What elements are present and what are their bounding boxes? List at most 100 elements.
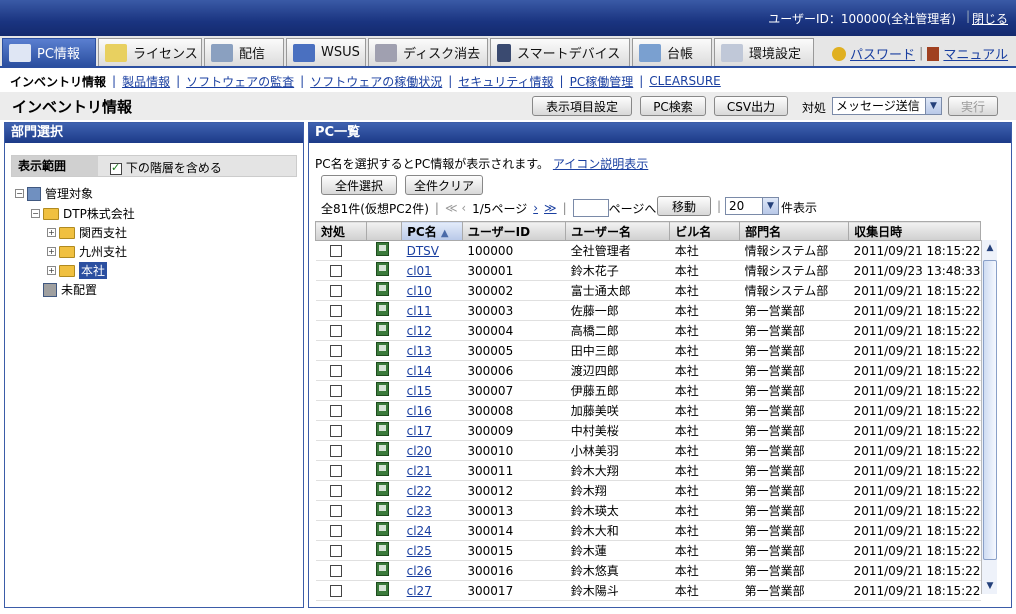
next-page-icon[interactable]: ›: [533, 201, 538, 215]
row-checkbox[interactable]: [329, 285, 342, 297]
tree-unassigned[interactable]: 未配置: [31, 281, 97, 298]
expand-icon[interactable]: +: [47, 266, 56, 275]
col-building[interactable]: ビル名: [669, 221, 741, 241]
table-row[interactable]: cl14 300006 渡辺四郎 本社 第一営業部 2011/09/21 18:15:22: [315, 360, 981, 381]
pc-name-link[interactable]: DTSV: [407, 244, 439, 258]
row-select-cell[interactable]: [315, 560, 367, 581]
pc-name-cell[interactable]: cl12: [401, 320, 463, 341]
pc-name-cell[interactable]: cl11: [401, 300, 463, 321]
csv-export-button[interactable]: CSV出力: [714, 96, 788, 116]
row-checkbox[interactable]: [329, 345, 342, 357]
pc-name-cell[interactable]: cl26: [401, 560, 463, 581]
manual-link[interactable]: マニュアル: [943, 44, 1008, 63]
table-row[interactable]: cl26 300016 鈴木悠真 本社 第一営業部 2011/09/21 18:15:22: [315, 560, 981, 581]
pc-name-cell[interactable]: cl20: [401, 440, 463, 461]
row-checkbox[interactable]: [329, 585, 342, 597]
tab-smart-device[interactable]: スマートデバイス: [490, 38, 630, 66]
pc-name-link[interactable]: cl13: [407, 344, 432, 358]
table-row[interactable]: cl23 300013 鈴木瑛太 本社 第一営業部 2011/09/21 18:15:22: [315, 500, 981, 521]
table-row[interactable]: cl12 300004 高橋二郎 本社 第一営業部 2011/09/21 18:15:22: [315, 320, 981, 341]
pc-name-link[interactable]: cl15: [407, 384, 432, 398]
tab-wsus[interactable]: WSUS: [286, 38, 366, 66]
include-sub-option[interactable]: 下の階層を含める: [110, 159, 222, 176]
pc-name-cell[interactable]: cl15: [401, 380, 463, 401]
pc-name-link[interactable]: cl17: [407, 424, 432, 438]
row-checkbox[interactable]: [329, 505, 342, 517]
expand-icon[interactable]: +: [47, 228, 56, 237]
col-department[interactable]: 部門名: [739, 221, 850, 241]
pc-name-link[interactable]: cl23: [407, 504, 432, 518]
collapse-icon[interactable]: −: [15, 189, 24, 198]
pc-name-link[interactable]: cl25: [407, 544, 432, 558]
table-row[interactable]: DTSV 100000 全社管理者 本社 情報システム部 2011/09/21 18:15…: [315, 240, 981, 261]
collapse-icon[interactable]: −: [31, 209, 40, 218]
row-select-cell[interactable]: [315, 300, 367, 321]
tab-ledger[interactable]: 台帳: [632, 38, 712, 66]
pc-name-link[interactable]: cl01: [407, 264, 432, 278]
per-page-select[interactable]: 20 ▼: [725, 197, 779, 215]
pc-name-cell[interactable]: cl27: [401, 580, 463, 601]
pc-name-cell[interactable]: cl25: [401, 540, 463, 561]
table-row[interactable]: cl16 300008 加藤美咲 本社 第一営業部 2011/09/21 18:15:22: [315, 400, 981, 421]
scroll-thumb[interactable]: [983, 260, 997, 560]
pc-name-link[interactable]: cl22: [407, 484, 432, 498]
table-row[interactable]: cl15 300007 伊藤五郎 本社 第一営業部 2011/09/21 18:15:22: [315, 380, 981, 401]
row-select-cell[interactable]: [315, 540, 367, 561]
pc-name-cell[interactable]: cl10: [401, 280, 463, 301]
row-select-cell[interactable]: [315, 500, 367, 521]
row-checkbox[interactable]: [329, 385, 342, 397]
pc-name-link[interactable]: cl24: [407, 524, 432, 538]
pc-name-cell[interactable]: cl22: [401, 480, 463, 501]
pc-name-cell[interactable]: cl23: [401, 500, 463, 521]
pc-name-cell[interactable]: DTSV: [401, 240, 463, 261]
table-row[interactable]: cl20 300010 小林美羽 本社 第一営業部 2011/09/21 18:15:22: [315, 440, 981, 461]
col-user-name[interactable]: ユーザー名: [565, 221, 671, 241]
pc-name-cell[interactable]: cl17: [401, 420, 463, 441]
table-row[interactable]: cl13 300005 田中三郎 本社 第一営業部 2011/09/21 18:15:22: [315, 340, 981, 361]
last-page-icon[interactable]: ≫: [544, 201, 557, 215]
table-row[interactable]: cl24 300014 鈴木大和 本社 第一営業部 2011/09/21 18:15:22: [315, 520, 981, 541]
row-select-cell[interactable]: [315, 520, 367, 541]
col-user-id[interactable]: ユーザーID: [461, 221, 567, 241]
tab-distribution[interactable]: 配信: [204, 38, 284, 66]
row-select-cell[interactable]: [315, 480, 367, 501]
pc-name-link[interactable]: cl21: [407, 464, 432, 478]
scroll-up-icon[interactable]: ▲: [982, 240, 998, 256]
pc-name-link[interactable]: cl14: [407, 364, 432, 378]
row-checkbox[interactable]: [329, 265, 342, 277]
pc-name-link[interactable]: cl27: [407, 584, 432, 598]
expand-icon[interactable]: +: [47, 247, 56, 256]
sort-asc-icon[interactable]: ▲: [441, 228, 449, 239]
scroll-down-icon[interactable]: ▼: [982, 578, 998, 594]
pc-name-cell[interactable]: cl13: [401, 340, 463, 361]
row-select-cell[interactable]: [315, 440, 367, 461]
pc-name-link[interactable]: cl16: [407, 404, 432, 418]
select-all-button[interactable]: 全件選択: [321, 175, 397, 195]
subnav-pc-operation[interactable]: PC稼働管理: [570, 73, 634, 90]
tree-branch-kyushu[interactable]: + 九州支社: [47, 243, 127, 260]
table-row[interactable]: cl11 300003 佐藤一郎 本社 第一営業部 2011/09/21 18:15:22: [315, 300, 981, 321]
row-checkbox[interactable]: [329, 485, 342, 497]
pc-name-link[interactable]: cl20: [407, 444, 432, 458]
subnav-software-audit[interactable]: ソフトウェアの監査: [186, 73, 294, 90]
clear-all-button[interactable]: 全件クリア: [405, 175, 483, 195]
vertical-scrollbar[interactable]: ▲ ▼: [981, 240, 997, 594]
table-row[interactable]: cl10 300002 富士通太郎 本社 情報システム部 2011/09/21 18:15…: [315, 280, 981, 301]
row-checkbox[interactable]: [329, 525, 342, 537]
table-row[interactable]: cl25 300015 鈴木蓮 本社 第一営業部 2011/09/21 18:15:22: [315, 540, 981, 561]
icon-help-link[interactable]: アイコン説明表示: [553, 157, 648, 171]
tab-disk-erase[interactable]: ディスク消去: [368, 38, 488, 66]
table-row[interactable]: cl01 300001 鈴木花子 本社 情報システム部 2011/09/23 13:48:…: [315, 260, 981, 281]
row-checkbox[interactable]: [329, 325, 342, 337]
tree-root[interactable]: − 管理対象: [15, 185, 93, 202]
table-row[interactable]: cl22 300012 鈴木翔 本社 第一営業部 2011/09/21 18:15:22: [315, 480, 981, 501]
pc-name-link[interactable]: cl11: [407, 304, 432, 318]
row-checkbox[interactable]: [329, 565, 342, 577]
col-pc-name[interactable]: PC名 ▲: [401, 221, 463, 241]
move-button[interactable]: 移動: [657, 196, 711, 216]
row-checkbox[interactable]: [329, 305, 342, 317]
row-select-cell[interactable]: [315, 280, 367, 301]
row-checkbox[interactable]: [329, 445, 342, 457]
row-select-cell[interactable]: [315, 340, 367, 361]
row-checkbox[interactable]: [329, 365, 342, 377]
